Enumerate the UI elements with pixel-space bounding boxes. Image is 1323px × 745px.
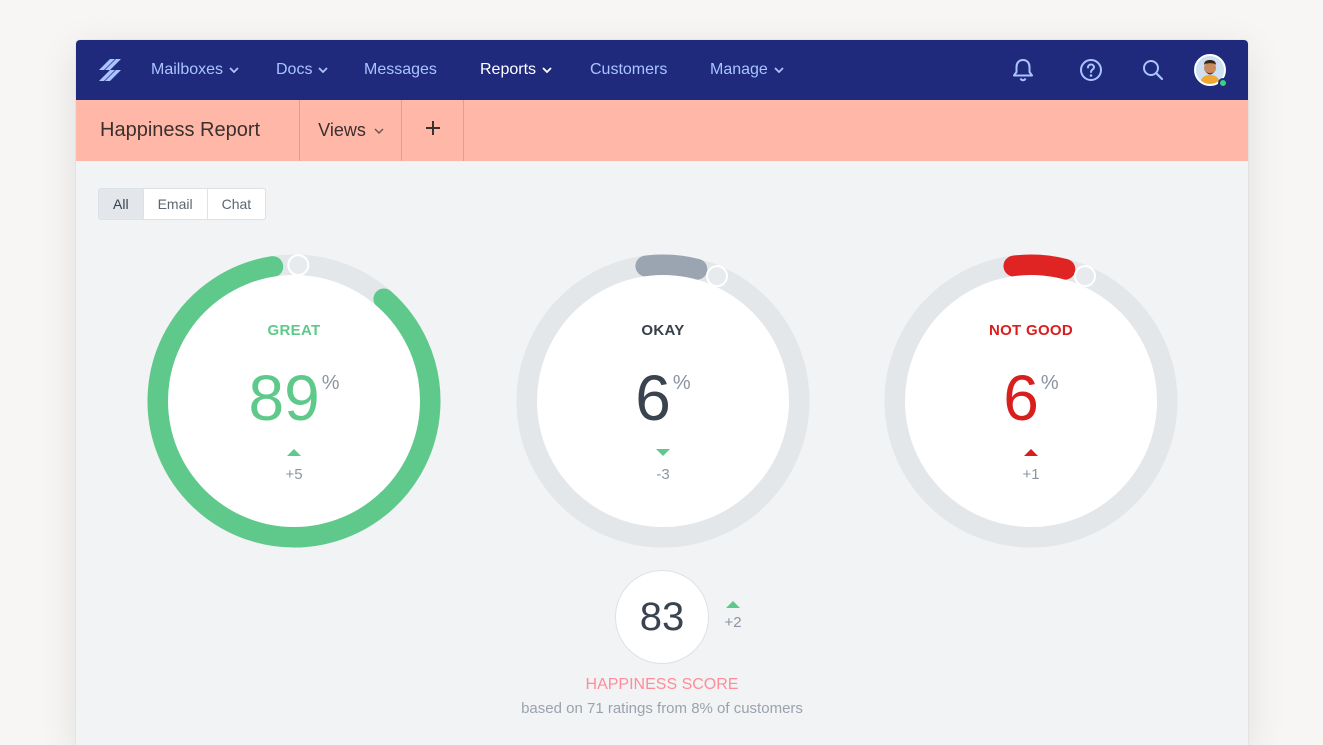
- happiness-score-title: HAPPINESS SCORE: [585, 676, 739, 693]
- nav-manage-label: Manage: [710, 61, 768, 78]
- gauge-okay-value: 6%: [516, 360, 810, 436]
- views-label: Views: [318, 120, 366, 140]
- online-status-indicator: [1218, 78, 1228, 88]
- nav-customers[interactable]: Customers: [590, 40, 667, 100]
- gauge-great-value: 89%: [147, 360, 441, 436]
- happiness-score-delta: +2: [724, 614, 742, 631]
- app-window: Mailboxes Docs Messages Reports Customer…: [76, 40, 1248, 745]
- filter-all[interactable]: All: [99, 189, 144, 219]
- gauge-okay: OKAY 6% -3: [516, 254, 810, 548]
- gauge-okay-unit: %: [672, 372, 691, 394]
- happiness-score-value: 83: [615, 570, 709, 664]
- top-nav: Mailboxes Docs Messages Reports Customer…: [76, 40, 1248, 100]
- gauge-not-good-value: 6%: [884, 360, 1178, 436]
- filter-chat[interactable]: Chat: [208, 189, 266, 219]
- nav-docs[interactable]: Docs: [276, 40, 329, 100]
- gauge-okay-arc: [635, 254, 708, 280]
- arrow-up-icon: [287, 449, 301, 456]
- views-dropdown[interactable]: Views: [300, 100, 402, 161]
- helpscout-logo-icon[interactable]: [96, 56, 124, 84]
- gauge-great-delta: +5: [285, 466, 303, 483]
- nav-reports-label: Reports: [480, 61, 537, 78]
- gauge-not-good: NOT GOOD 6% +1: [884, 254, 1178, 548]
- nav-customers-label: Customers: [590, 61, 668, 78]
- nav-messages[interactable]: Messages: [364, 40, 437, 100]
- chevron-down-icon: [774, 67, 784, 73]
- search-icon[interactable]: [1140, 57, 1166, 83]
- gauge-okay-number: 6: [635, 362, 671, 434]
- chevron-down-icon: [318, 67, 329, 73]
- gauge-not-good-delta: +1: [1022, 466, 1040, 483]
- gauge-not-good-label: NOT GOOD: [988, 322, 1074, 339]
- chevron-down-icon: [229, 67, 239, 73]
- gauge-not-good-unit: %: [1040, 372, 1059, 394]
- add-view-button[interactable]: [402, 100, 464, 161]
- nav-docs-label: Docs: [276, 61, 313, 78]
- page-title: Happiness Report: [100, 119, 261, 141]
- report-header: Happiness Report Views: [76, 100, 1248, 161]
- arrow-down-icon: [656, 449, 670, 456]
- bell-icon[interactable]: [1010, 57, 1036, 83]
- gauge-great-knob: [287, 254, 310, 277]
- chevron-down-icon: [374, 127, 384, 134]
- arrow-up-icon: [726, 601, 740, 608]
- filter-email[interactable]: Email: [144, 189, 208, 219]
- gauge-great: GREAT 89% +5: [147, 254, 441, 548]
- nav-reports[interactable]: Reports: [480, 40, 552, 100]
- divider: [463, 100, 464, 161]
- happiness-score-subtitle: based on 71 ratings from 8% of customers: [521, 700, 803, 717]
- plus-icon: [424, 119, 442, 142]
- nav-mailboxes-label: Mailboxes: [151, 61, 224, 78]
- gauge-great-unit: %: [321, 372, 340, 394]
- gauge-great-number: 89: [248, 362, 320, 434]
- arrow-up-icon: [1024, 449, 1038, 456]
- gauge-not-good-number: 6: [1003, 362, 1039, 434]
- gauge-okay-delta: -3: [656, 466, 670, 483]
- help-icon[interactable]: [1078, 57, 1104, 83]
- nav-messages-label: Messages: [364, 61, 437, 78]
- gauge-not-good-arc: [1003, 254, 1076, 280]
- channel-filter: All Email Chat: [98, 188, 267, 220]
- nav-manage[interactable]: Manage: [710, 40, 784, 100]
- nav-mailboxes[interactable]: Mailboxes: [151, 40, 239, 100]
- gauge-okay-label: OKAY: [641, 322, 685, 339]
- chevron-down-icon: [542, 67, 552, 73]
- gauge-great-label: GREAT: [267, 322, 321, 339]
